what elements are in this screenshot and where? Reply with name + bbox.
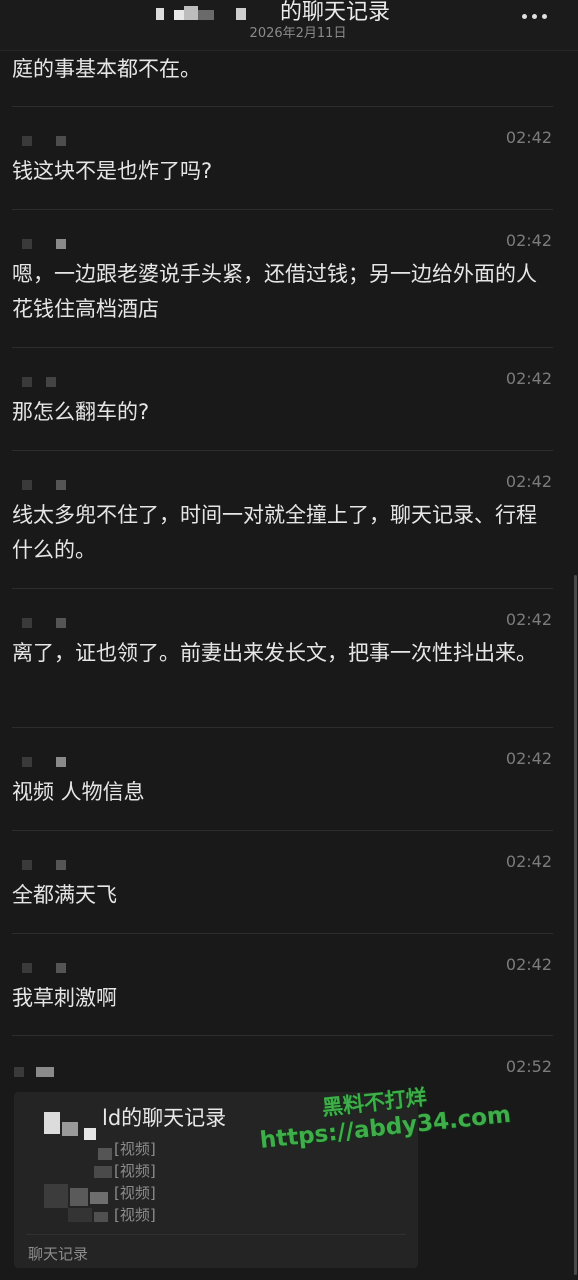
scrollbar[interactable] bbox=[574, 575, 577, 1275]
preview-row: [视频] bbox=[114, 1184, 156, 1202]
message-text: 那怎么翻车的? bbox=[12, 400, 150, 424]
chat-header: 的聊天记录 2026年2月11日 bbox=[0, 0, 578, 51]
message-time: 02:52 bbox=[505, 1057, 552, 1076]
message-time: 02:42 bbox=[505, 369, 552, 388]
message-text: 嗯，一边跟老婆说手头紧，还借过钱；另一边给外面的人花钱住高档酒店 bbox=[12, 262, 537, 321]
preview-row: [视频] bbox=[114, 1140, 156, 1158]
preview-row: [视频] bbox=[114, 1206, 156, 1224]
card-title: ld的聊天记录 bbox=[102, 1106, 227, 1130]
message-text: 离了，证也领了。前妻出来发长文，把事一次性抖出来。 bbox=[12, 641, 537, 665]
message-time: 02:42 bbox=[505, 749, 552, 768]
card-divider bbox=[26, 1234, 406, 1235]
message-text: 庭的事基本都不在。 bbox=[12, 57, 201, 81]
chat-date: 2026年2月11日 bbox=[249, 26, 347, 41]
divider bbox=[12, 588, 553, 589]
message-time: 02:42 bbox=[505, 955, 552, 974]
card-preview-rows: [视频] [视频] [视频] [视频] bbox=[114, 1138, 156, 1226]
message-text: 钱这块不是也炸了吗? bbox=[12, 159, 213, 183]
avatar-mosaic bbox=[44, 1112, 112, 1232]
message-text: 我草刺激啊 bbox=[12, 986, 117, 1010]
sender-name-mosaic bbox=[22, 858, 72, 870]
divider bbox=[12, 209, 553, 210]
message-time: 02:42 bbox=[505, 852, 552, 871]
divider bbox=[12, 727, 553, 728]
message-time: 02:42 bbox=[505, 128, 552, 147]
message-text: 线太多兜不住了，时间一对就全撞上了，聊天记录、行程什么的。 bbox=[12, 503, 537, 562]
message-time: 02:42 bbox=[505, 610, 552, 629]
divider bbox=[12, 830, 553, 831]
sender-name-mosaic bbox=[22, 134, 72, 146]
card-footer-label: 聊天记录 bbox=[28, 1245, 89, 1263]
message-text: 全都满天飞 bbox=[12, 883, 117, 907]
more-options-icon[interactable] bbox=[522, 12, 552, 22]
divider bbox=[12, 106, 553, 107]
sender-name-mosaic bbox=[22, 237, 72, 249]
message-time: 02:42 bbox=[505, 472, 552, 491]
message-text: 视频 人物信息 bbox=[12, 780, 145, 804]
divider bbox=[12, 933, 553, 934]
preview-row: [视频] bbox=[114, 1162, 156, 1180]
sender-name-mosaic bbox=[22, 961, 72, 973]
sender-name-mosaic bbox=[22, 616, 72, 628]
sender-name-mosaic bbox=[22, 375, 72, 387]
sender-name-mosaic bbox=[22, 755, 72, 767]
sender-name-mosaic bbox=[22, 478, 72, 490]
divider bbox=[12, 347, 553, 348]
message-time: 02:42 bbox=[505, 231, 552, 250]
divider bbox=[12, 1035, 553, 1036]
sender-name-mosaic bbox=[14, 1063, 64, 1077]
divider bbox=[12, 450, 553, 451]
